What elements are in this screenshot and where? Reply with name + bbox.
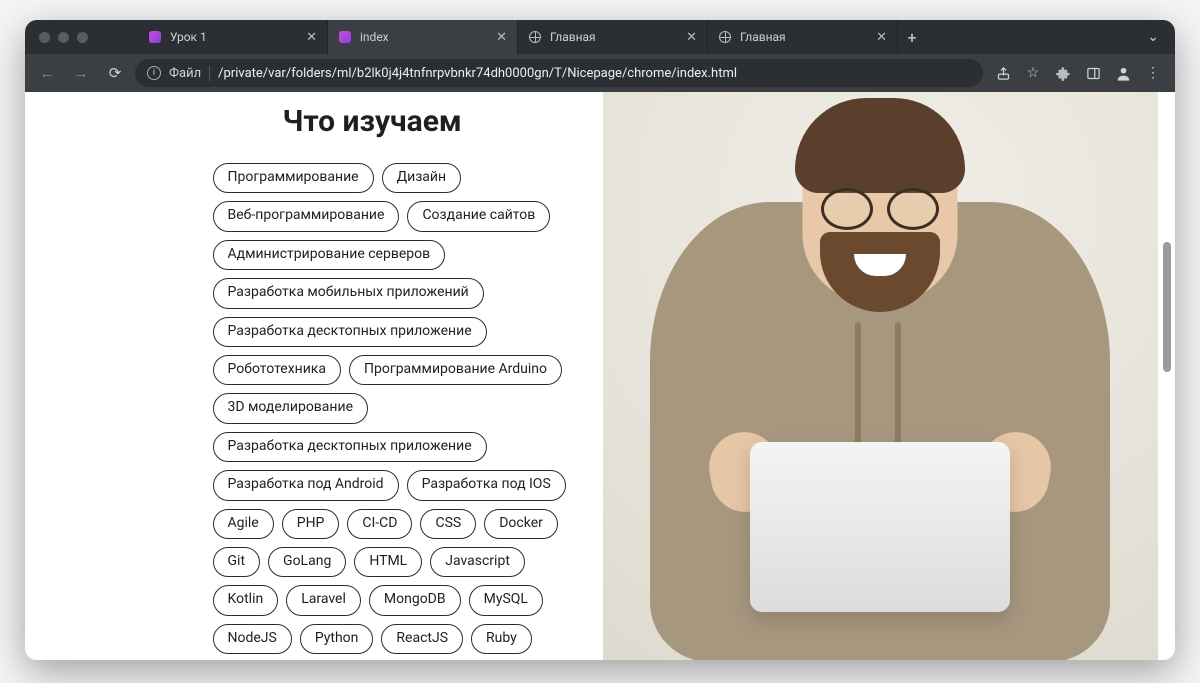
tab-strip: Урок 1 ✕ index ✕ Главная ✕ Главная ✕ [138, 20, 898, 54]
topic-chip[interactable]: Laravel [286, 585, 361, 615]
topic-chip[interactable]: Администрирование серверов [213, 240, 446, 270]
tab[interactable]: index ✕ [328, 20, 518, 54]
tabs-overflow-button[interactable]: ⌄ [1141, 29, 1165, 45]
topic-chip[interactable]: Веб-программирование [213, 201, 400, 231]
side-panel-button[interactable] [1079, 59, 1107, 87]
close-tab-button[interactable]: ✕ [306, 31, 317, 44]
zoom-window-button[interactable] [77, 32, 88, 43]
site-info-icon[interactable]: i [147, 66, 161, 80]
topic-chip[interactable]: MongoDB [369, 585, 461, 615]
extensions-button[interactable] [1049, 59, 1077, 87]
topic-chip[interactable]: Разработка десктопных приложение [213, 432, 487, 462]
topic-chip[interactable]: Разработка десктопных приложение [213, 317, 487, 347]
topic-chip[interactable]: Разработка мобильных приложений [213, 278, 484, 308]
topic-chip[interactable]: PHP [282, 509, 340, 539]
vertical-scrollbar[interactable] [1161, 92, 1173, 660]
app-icon [338, 30, 352, 44]
topic-chip[interactable]: Разработка под IOS [407, 470, 566, 500]
tab-label: Главная [550, 30, 678, 44]
tab[interactable]: Главная ✕ [518, 20, 708, 54]
hero-illustration [603, 92, 1158, 660]
scroll-thumb[interactable] [1163, 242, 1171, 372]
tab-label: index [360, 30, 488, 44]
address-bar[interactable]: i Файл /private/var/folders/ml/b2lk0j4j4… [135, 59, 983, 87]
topic-chip[interactable]: CSS [420, 509, 476, 539]
topic-chip[interactable]: Python [300, 624, 374, 654]
topic-chip[interactable]: Разработка под Android [213, 470, 399, 500]
chip-list: Программирование Дизайн Веб-программирован… [213, 163, 583, 660]
page-title: Что изучаем [283, 104, 583, 139]
topic-chip[interactable]: Программирование [213, 163, 374, 193]
topic-chip[interactable]: Agile [213, 509, 274, 539]
topic-chip[interactable]: Git [213, 547, 261, 577]
page-content: Что изучаем Программирование Дизайн Веб-пр… [43, 92, 1158, 660]
close-window-button[interactable] [39, 32, 50, 43]
topic-chip[interactable]: Kotlin [213, 585, 279, 615]
app-menu-button[interactable]: ⋮ [1139, 59, 1167, 87]
bookmark-button[interactable]: ☆ [1019, 59, 1047, 87]
topic-chip[interactable]: Программирование Arduino [349, 355, 562, 385]
viewport: Что изучаем Программирование Дизайн Веб-пр… [25, 92, 1175, 660]
content-left: Что изучаем Программирование Дизайн Веб-пр… [43, 92, 603, 660]
globe-icon [528, 30, 542, 44]
topic-chip[interactable]: NodeJS [213, 624, 292, 654]
minimize-window-button[interactable] [58, 32, 69, 43]
topic-chip[interactable]: Docker [484, 509, 558, 539]
content-image [603, 92, 1158, 660]
topic-chip[interactable]: Javascript [430, 547, 525, 577]
forward-button[interactable]: → [67, 59, 95, 87]
tab[interactable]: Главная ✕ [708, 20, 898, 54]
topic-chip[interactable]: MySQL [469, 585, 543, 615]
file-scheme-chip: Файл [169, 66, 210, 81]
titlebar: Урок 1 ✕ index ✕ Главная ✕ Главная ✕ + ⌄ [25, 20, 1175, 54]
topic-chip[interactable]: ReactJS [381, 624, 463, 654]
new-tab-button[interactable]: + [898, 28, 926, 47]
app-icon [148, 30, 162, 44]
topic-chip[interactable]: GoLang [268, 547, 346, 577]
window-controls [39, 32, 88, 43]
tab-label: Главная [740, 30, 868, 44]
profile-button[interactable] [1109, 59, 1137, 87]
globe-icon [718, 30, 732, 44]
close-tab-button[interactable]: ✕ [686, 31, 697, 44]
share-button[interactable] [989, 59, 1017, 87]
topic-chip[interactable]: Создание сайтов [407, 201, 550, 231]
tab-label: Урок 1 [170, 30, 298, 44]
topic-chip[interactable]: Дизайн [382, 163, 462, 193]
back-button[interactable]: ← [33, 59, 61, 87]
topic-chip[interactable]: CI-CD [347, 509, 412, 539]
browser-window: Урок 1 ✕ index ✕ Главная ✕ Главная ✕ + ⌄ ← → ⟳ … [25, 20, 1175, 660]
topic-chip[interactable]: Робототехника [213, 355, 341, 385]
reload-button[interactable]: ⟳ [101, 59, 129, 87]
topic-chip[interactable]: Ruby [471, 624, 532, 654]
close-tab-button[interactable]: ✕ [496, 31, 507, 44]
topic-chip[interactable]: HTML [354, 547, 422, 577]
url-path: /private/var/folders/ml/b2lk0j4j4tnfnrpv… [218, 66, 737, 81]
toolbar-right: ☆ ⋮ [989, 59, 1167, 87]
close-tab-button[interactable]: ✕ [876, 31, 887, 44]
topic-chip[interactable]: 3D моделирование [213, 393, 369, 423]
tab[interactable]: Урок 1 ✕ [138, 20, 328, 54]
toolbar: ← → ⟳ i Файл /private/var/folders/ml/b2l… [25, 54, 1175, 92]
